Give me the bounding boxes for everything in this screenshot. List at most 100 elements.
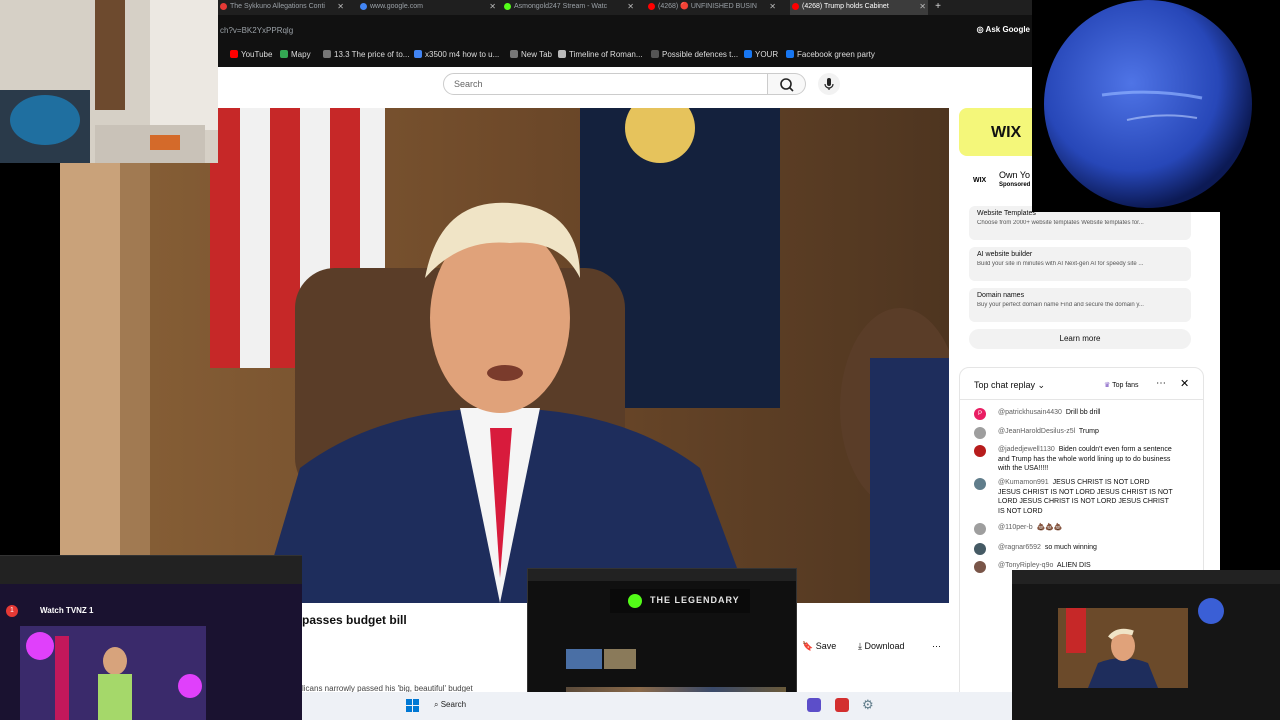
close-icon[interactable]: ✕: [337, 0, 344, 14]
avatar: [974, 427, 986, 439]
browser-tab-bar: The Sykkuno Allegations Conti ✕ www.googl…: [218, 0, 1032, 15]
avatar: [974, 543, 986, 555]
chat-message: P @patrickhusain4430 Drill bb drill: [974, 408, 1174, 420]
close-icon[interactable]: ✕: [769, 0, 776, 14]
bookmark-facebook-green[interactable]: Facebook green party: [786, 50, 875, 59]
tab-favicon-icon: [792, 3, 799, 10]
chevron-down-icon: ⌄: [1035, 380, 1046, 390]
facebook-icon: [786, 50, 794, 58]
chat-author[interactable]: @jadedjewell1130: [998, 446, 1055, 453]
bookmark-your[interactable]: YOUR: [744, 50, 778, 59]
browser-tab[interactable]: Asmongold247 Stream - Watc ✕: [502, 0, 636, 15]
bookmark-label: x3500 m4 how to u...: [425, 50, 500, 59]
bookmark-price[interactable]: 13.3 The price of to...: [323, 50, 409, 59]
tvnz-title: Watch TVNZ 1: [40, 606, 94, 615]
chat-mode-dropdown[interactable]: Top chat replay ⌄: [974, 380, 1045, 391]
search-button[interactable]: [768, 73, 806, 95]
url-text[interactable]: ch?v=BK2YxPPRqlg: [220, 26, 293, 35]
chat-author[interactable]: @patrickhusain4430: [998, 409, 1062, 416]
tab-label: (4268) Trump holds Cabinet: [802, 3, 889, 10]
chat-message: @ragnar6592 so much winning: [974, 543, 1174, 555]
close-icon[interactable]: ✕: [627, 0, 634, 14]
bookmark-label: 13.3 The price of to...: [334, 50, 410, 59]
webcam-overlay: [0, 0, 218, 163]
video-title: passes budget bill: [302, 613, 407, 627]
kick-banner-text: THE LEGENDARY: [650, 595, 740, 605]
tab-label: The Sykkuno Allegations Conti: [230, 3, 325, 10]
chat-mode-label: Top chat replay: [974, 380, 1036, 390]
chat-menu-icon[interactable]: ⋯: [1156, 378, 1166, 389]
close-icon[interactable]: ✕: [489, 0, 496, 14]
close-icon[interactable]: ✕: [919, 0, 926, 14]
ad-sitelink-title: AI website builder: [977, 251, 1033, 258]
bookmark-mapy[interactable]: Mapy: [280, 50, 311, 59]
bookmark-x3500[interactable]: x3500 m4 how to u...: [414, 50, 499, 59]
taskbar-search-label: Search: [440, 700, 467, 709]
avatar: [974, 445, 986, 457]
ad-sponsored-label: Sponsored: [999, 182, 1031, 188]
chat-author[interactable]: @ragnar6592: [998, 544, 1041, 551]
chat-author[interactable]: @Kumamon991: [998, 479, 1049, 486]
top-fans-button[interactable]: ♛ Top fans: [1104, 381, 1139, 389]
taskbar-search[interactable]: ⌕ Search: [434, 700, 466, 710]
youtube-icon: [230, 50, 238, 58]
browser-tab[interactable]: www.google.com ✕: [358, 0, 498, 15]
download-button[interactable]: ⤓ Download: [858, 638, 905, 654]
save-label: Save: [815, 641, 837, 651]
tab-label: (4268) 🔴 UNFINISHED BUSIN: [658, 3, 757, 10]
crown-icon: ♛: [1104, 382, 1113, 389]
adobe-reader-icon[interactable]: [835, 698, 849, 712]
bookmarks-bar: YouTube Mapy 13.3 The price of to... x35…: [218, 45, 1032, 67]
bookmark-new-tab[interactable]: New Tab: [510, 50, 552, 59]
video-player[interactable]: [60, 108, 949, 603]
app-icon[interactable]: [807, 698, 821, 712]
chat-author[interactable]: @110per-b: [998, 524, 1033, 531]
tab-label: www.google.com: [370, 3, 423, 10]
wix-logo: WIX: [991, 124, 1022, 141]
more-actions-button[interactable]: ⋯: [932, 638, 941, 654]
browser-tab-active[interactable]: (4268) Trump holds Cabinet ✕: [790, 0, 928, 15]
chat-text: Drill bb drill: [1065, 409, 1101, 416]
mini-browser-chrome: [1012, 570, 1280, 584]
tab-favicon-icon: [360, 3, 367, 10]
avatar: P: [974, 408, 986, 420]
bookmark-label: YOUR: [755, 50, 779, 59]
top-fans-label: Top fans: [1112, 382, 1139, 389]
chat-author[interactable]: @JeanHaroldDesilus-z5l: [998, 428, 1075, 435]
bookmark-defences[interactable]: Possible defences t...: [651, 50, 738, 59]
chat-message: @JeanHaroldDesilus-z5l Trump: [974, 427, 1174, 439]
learn-more-button[interactable]: Learn more: [969, 329, 1191, 349]
browser-tab[interactable]: The Sykkuno Allegations Conti ✕: [218, 0, 346, 15]
settings-gear-icon[interactable]: ⚙: [862, 698, 876, 712]
avatar: [974, 478, 986, 490]
ask-google-button[interactable]: ◎ Ask Google: [977, 25, 1030, 34]
new-tab-button[interactable]: +: [930, 0, 946, 15]
close-icon[interactable]: ✕: [1180, 377, 1189, 390]
search-input[interactable]: Search: [443, 73, 768, 95]
ad-sitelink[interactable]: AI website builder Build your site in min…: [969, 247, 1191, 281]
tab-favicon-icon: [504, 3, 511, 10]
stream-thumbnail: [566, 649, 602, 669]
video-frame-image: [60, 108, 949, 603]
avatar: [974, 523, 986, 535]
address-bar[interactable]: ch?v=BK2YxPPRqlg ◎ Ask Google: [218, 15, 1032, 45]
chat-message: @jadedjewell1130 Biden couldn't even for…: [974, 445, 1174, 474]
ad-sitelink-desc: Choose from 2000+ website templates Webs…: [977, 220, 1144, 226]
bookmark-label: Mapy: [291, 50, 311, 59]
chat-message: @110per-b 💩💩💩: [974, 523, 1174, 535]
windows-start-icon[interactable]: [406, 699, 420, 713]
google-lens-icon: ◎: [976, 25, 986, 34]
browser-tab[interactable]: (4268) 🔴 UNFINISHED BUSIN ✕: [646, 0, 778, 15]
chat-author[interactable]: @TonyRipley-q9o: [998, 562, 1053, 569]
tab-label: Asmongold247 Stream - Watc: [514, 3, 608, 10]
chat-message: @Kumamon991 JESUS CHRIST IS NOT LORD JES…: [974, 478, 1174, 516]
ad-sitelink[interactable]: Domain names Buy your perfect domain name…: [969, 288, 1191, 322]
save-button[interactable]: 🔖 Save: [802, 638, 836, 654]
bookmark-label: Timeline of Roman...: [569, 50, 643, 59]
voice-search-button[interactable]: [818, 73, 840, 95]
bookmark-roman-timeline[interactable]: Timeline of Roman...: [558, 50, 643, 59]
ask-google-label: Ask Google: [985, 25, 1030, 34]
bookmark-youtube[interactable]: YouTube: [230, 50, 272, 59]
facebook-icon: [744, 50, 752, 58]
chat-text: 💩💩💩: [1036, 524, 1063, 531]
